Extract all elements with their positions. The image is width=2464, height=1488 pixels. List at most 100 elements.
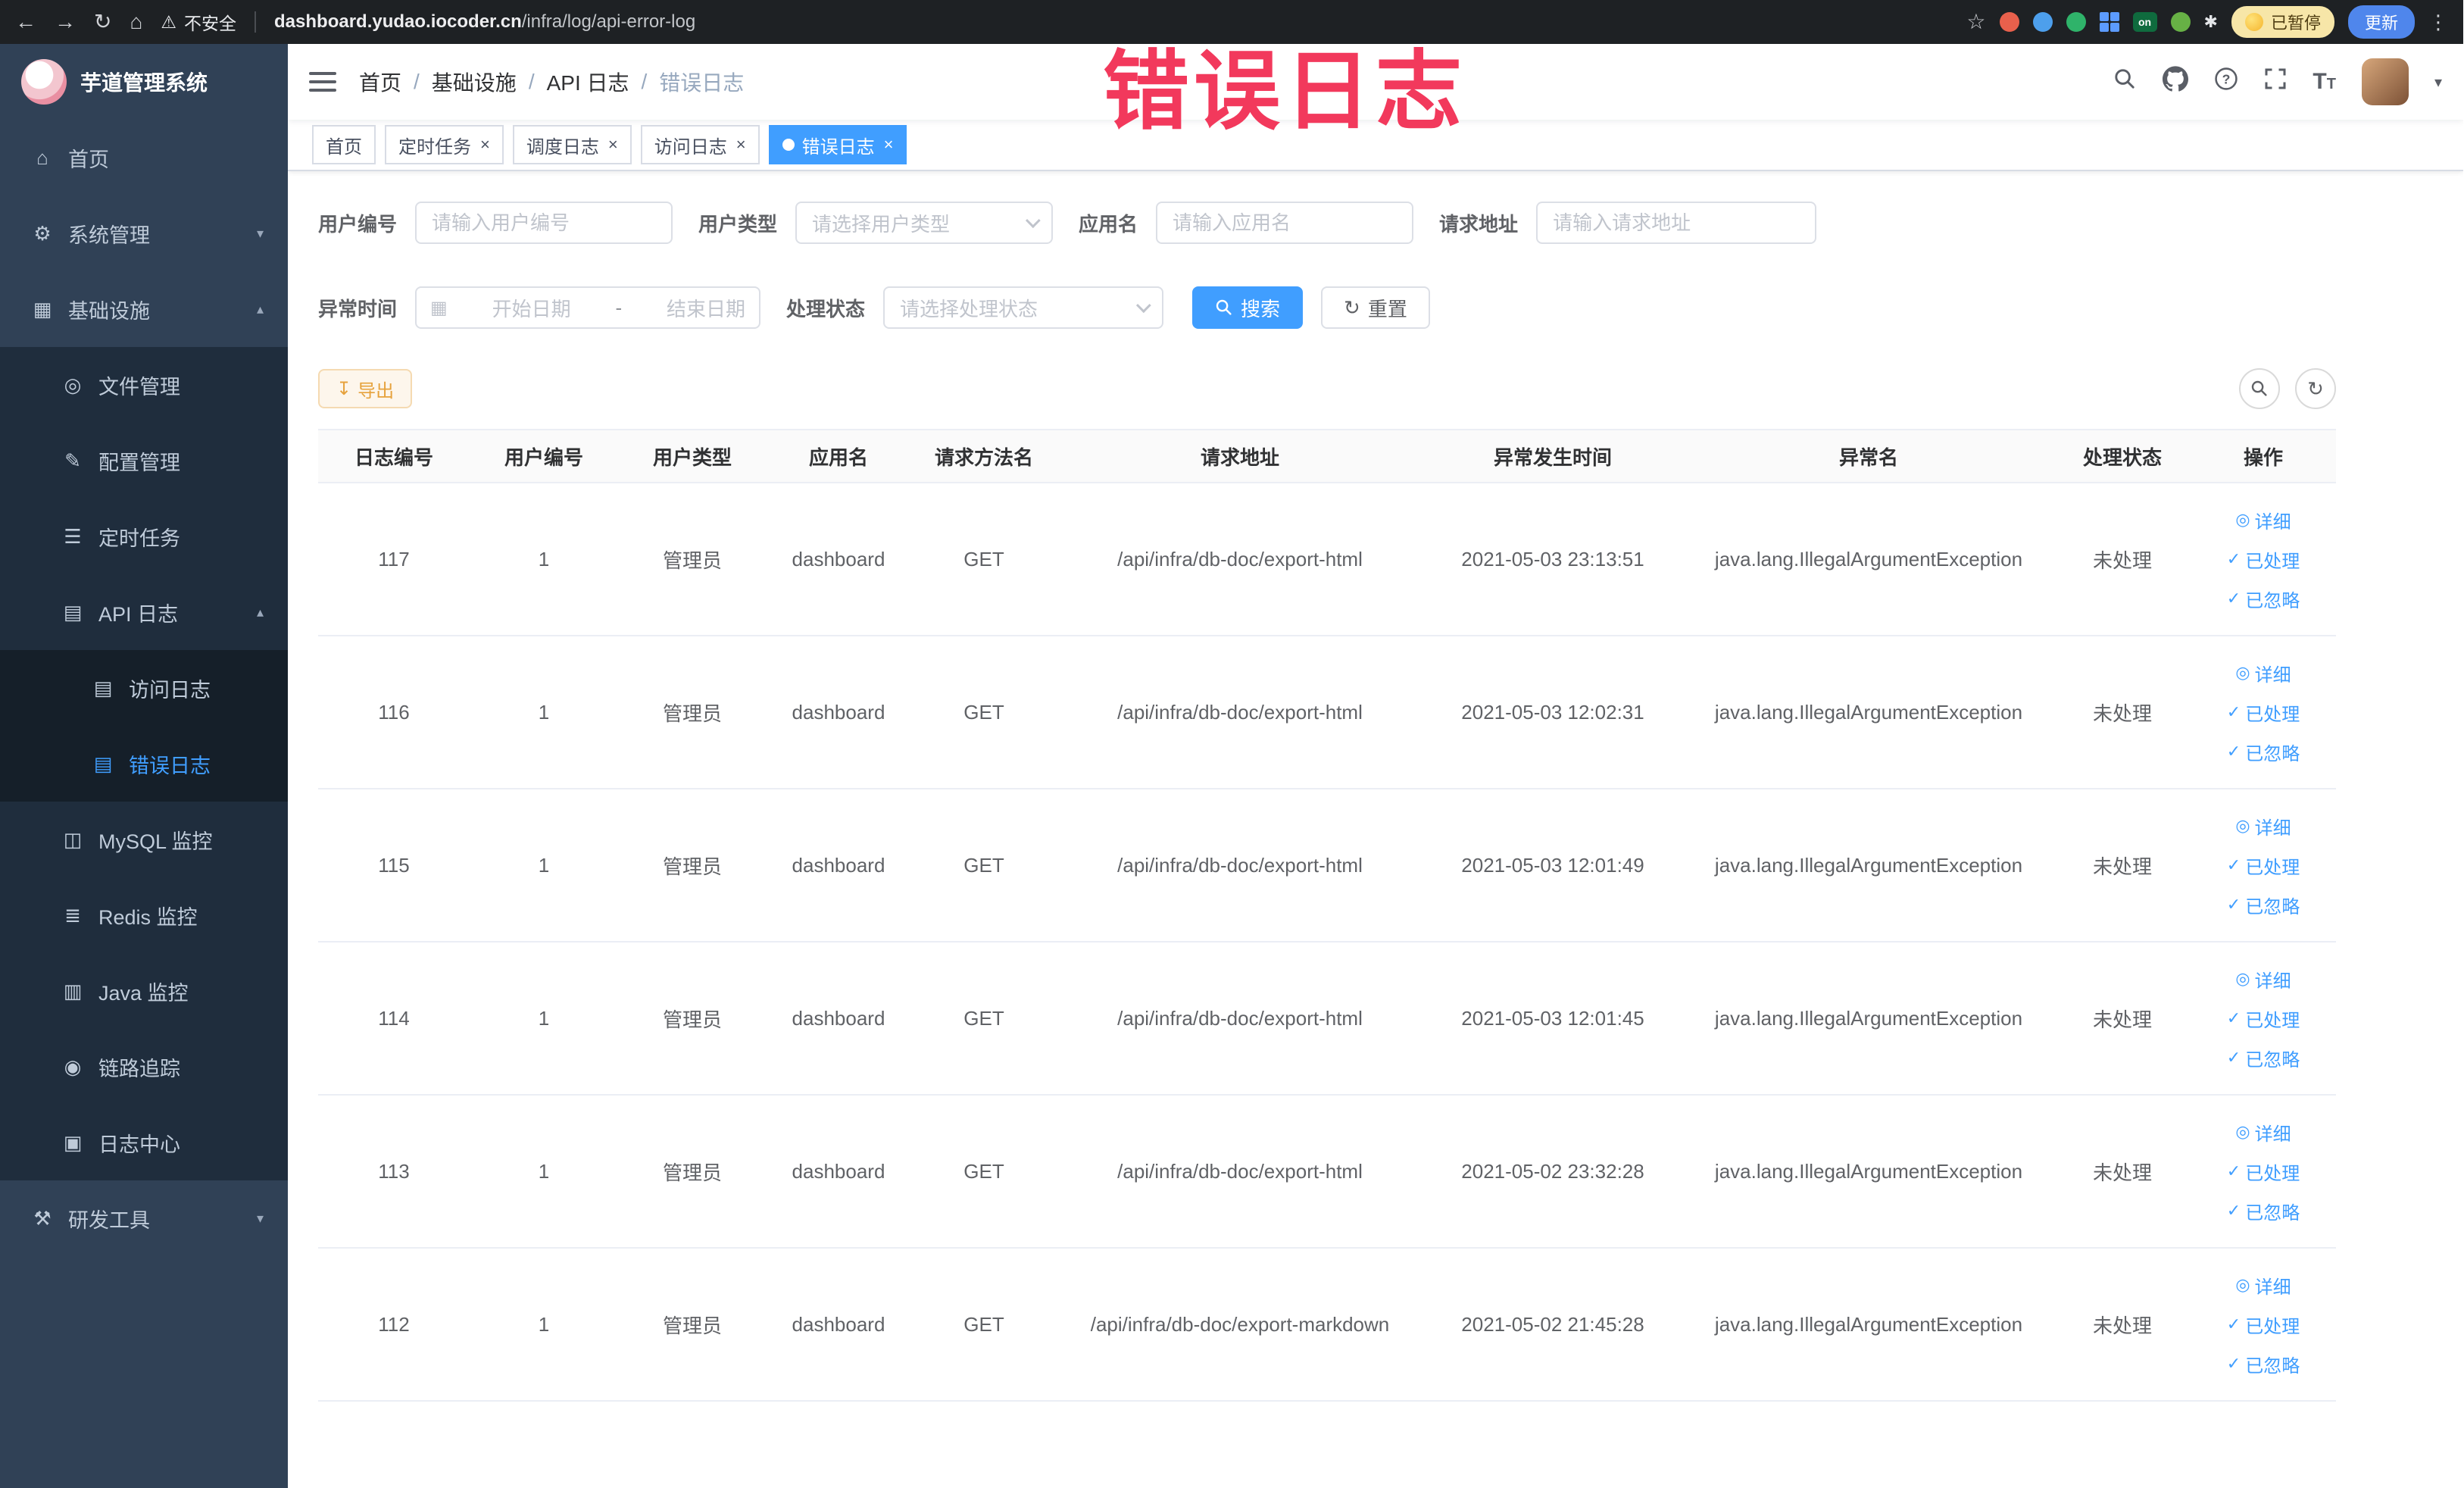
close-icon[interactable]: × (480, 135, 490, 155)
ignore-link[interactable]: ✓ 已忽略 (2197, 1038, 2330, 1077)
security-label: 不安全 (184, 14, 237, 33)
user-id-input-field[interactable] (432, 211, 657, 235)
sidebar-item-redis-monitor[interactable]: ≣ Redis 监控 (0, 877, 288, 953)
sidebar-item-file-management[interactable]: ◎ 文件管理 (0, 347, 288, 423)
table-row: 112 1 管理员 dashboard GET /api/infra/db-do… (318, 1248, 2336, 1402)
detail-link[interactable]: ◎ 详细 (2197, 500, 2330, 539)
export-button[interactable]: ↧ 导出 (318, 369, 413, 408)
hamburger-icon[interactable] (309, 72, 336, 92)
user-avatar[interactable] (2361, 58, 2409, 105)
sidebar-item-scheduled-tasks[interactable]: ☰ 定时任务 (0, 499, 288, 574)
resolve-link[interactable]: ✓ 已处理 (2197, 692, 2330, 732)
ignore-link[interactable]: ✓ 已忽略 (2197, 732, 2330, 771)
sidebar-item-system-management[interactable]: ⚙ 系统管理 ▾ (0, 195, 288, 271)
sidebar-item-label: 定时任务 (98, 527, 180, 550)
grid-icon: ▦ (33, 297, 52, 320)
sidebar-item-java-monitor[interactable]: ▥ Java 监控 (0, 953, 288, 1029)
tab-schedule-log[interactable]: 调度日志 × (512, 125, 632, 164)
browser-home-icon[interactable]: ⌂ (130, 11, 142, 33)
reload-icon[interactable]: ↻ (94, 11, 111, 33)
reset-button[interactable]: ↻ 重置 (1321, 286, 1430, 329)
forward-icon[interactable]: → (55, 11, 76, 33)
back-icon[interactable]: ← (15, 11, 36, 33)
extension-on-badge[interactable]: on (2132, 12, 2157, 32)
security-indicator[interactable]: ⚠ 不安全 (161, 9, 236, 35)
help-icon[interactable]: ? (2214, 67, 2238, 97)
sidebar-logo[interactable]: 芋道管理系统 (0, 44, 288, 120)
extension-paw-icon[interactable]: ✱ (2204, 12, 2218, 32)
app-name-input[interactable] (1156, 202, 1414, 244)
refresh-button[interactable]: ↻ (2295, 368, 2336, 409)
sidebar-item-mysql-monitor[interactable]: ◫ MySQL 监控 (0, 802, 288, 877)
sidebar-item-config-management[interactable]: ✎ 配置管理 (0, 423, 288, 499)
table-header-row: 日志编号 用户编号 用户类型 应用名 请求方法名 请求地址 异常发生时间 异常名… (318, 429, 2336, 483)
sidebar-item-error-log[interactable]: ▤ 错误日志 (0, 726, 288, 802)
sidebar-item-api-logs[interactable]: ▤ API 日志 ▴ (0, 574, 288, 650)
close-icon[interactable]: × (884, 135, 894, 155)
detail-link[interactable]: ◎ 详细 (2197, 1265, 2330, 1305)
profile-paused-button[interactable]: 已暂停 (2231, 6, 2334, 38)
sidebar-item-access-log[interactable]: ▤ 访问日志 (0, 650, 288, 726)
close-icon[interactable]: × (608, 135, 618, 155)
avatar-caret-icon[interactable]: ▾ (2434, 73, 2442, 92)
toggle-search-button[interactable] (2239, 368, 2280, 409)
tab-access-log[interactable]: 访问日志 × (640, 125, 760, 164)
sidebar-item-home[interactable]: ⌂ 首页 (0, 120, 288, 195)
sidebar-item-rd-tools[interactable]: ⚒ 研发工具 ▾ (0, 1180, 288, 1256)
sidebar-item-label: Java 监控 (98, 981, 189, 1005)
github-icon[interactable] (2163, 66, 2189, 98)
ignore-link[interactable]: ✓ 已忽略 (2197, 579, 2330, 618)
ignore-link[interactable]: ✓ 已忽略 (2197, 1344, 2330, 1383)
date-range-picker[interactable]: ▦ 开始日期 - 结束日期 (415, 286, 761, 329)
sidebar-item-label: 文件管理 (98, 375, 180, 399)
refresh-icon: ↻ (2307, 377, 2324, 400)
filter-request-url: 请求地址 (1439, 202, 1817, 244)
user-id-input[interactable] (415, 202, 673, 244)
navbar-actions: ? TT ▾ (2113, 58, 2442, 105)
detail-link[interactable]: ◎ 详细 (2197, 1112, 2330, 1152)
resolve-link[interactable]: ✓ 已处理 (2197, 1305, 2330, 1344)
extension-icon[interactable] (2032, 12, 2053, 32)
request-url-input[interactable] (1536, 202, 1817, 244)
resolve-link[interactable]: ✓ 已处理 (2197, 1152, 2330, 1191)
detail-link[interactable]: ◎ 详细 (2197, 959, 2330, 999)
request-url-input-field[interactable] (1553, 211, 1800, 235)
extension-icon[interactable] (2170, 12, 2191, 32)
search-button[interactable]: 搜索 (1192, 286, 1304, 329)
tab-scheduled-tasks[interactable]: 定时任务 × (385, 125, 504, 164)
ignore-link[interactable]: ✓ 已忽略 (2197, 885, 2330, 924)
sidebar-item-link-tracing[interactable]: ◉ 链路追踪 (0, 1029, 288, 1105)
bookmark-star-icon[interactable]: ☆ (1966, 11, 1985, 33)
app-name-input-field[interactable] (1173, 211, 1398, 235)
detail-link[interactable]: ◎ 详细 (2197, 653, 2330, 692)
breadcrumb-home[interactable]: 首页 (359, 67, 401, 97)
tab-home[interactable]: 首页 (312, 125, 376, 164)
ignore-link[interactable]: ✓ 已忽略 (2197, 1191, 2330, 1230)
chrome-update-button[interactable]: 更新 (2347, 5, 2415, 39)
detail-link[interactable]: ◎ 详细 (2197, 806, 2330, 846)
process-status-select[interactable]: 请选择处理状态 (883, 286, 1164, 329)
filter-row-2: 异常时间 ▦ 开始日期 - 结束日期 处理状态 请选择处理状态 搜索 ↻ 重置 (318, 286, 2336, 329)
error-log-table: 日志编号 用户编号 用户类型 应用名 请求方法名 请求地址 异常发生时间 异常名… (318, 429, 2336, 1402)
resolve-link[interactable]: ✓ 已处理 (2197, 539, 2330, 579)
sidebar-item-label: 错误日志 (129, 754, 211, 777)
sidebar-item-infrastructure[interactable]: ▦ 基础设施 ▴ (0, 271, 288, 347)
column-header: 用户编号 (470, 429, 618, 483)
breadcrumb-api-logs[interactable]: API 日志 (547, 67, 629, 97)
fullscreen-icon[interactable] (2264, 67, 2287, 96)
chrome-menu-icon[interactable]: ⋮ (2428, 11, 2448, 34)
resolve-link[interactable]: ✓ 已处理 (2197, 846, 2330, 885)
font-size-icon[interactable]: TT (2313, 69, 2336, 95)
extension-grid-icon[interactable] (2099, 12, 2119, 32)
user-type-select[interactable]: 请选择用户类型 (795, 202, 1054, 244)
chevron-down-icon (1025, 213, 1041, 229)
search-icon[interactable] (2113, 67, 2137, 97)
resolve-link[interactable]: ✓ 已处理 (2197, 999, 2330, 1038)
extension-icon[interactable] (1999, 12, 2019, 32)
tab-error-log[interactable]: 错误日志 × (768, 125, 907, 164)
close-icon[interactable]: × (736, 135, 746, 155)
extension-icon[interactable] (2066, 12, 2086, 32)
sidebar-item-log-center[interactable]: ▣ 日志中心 (0, 1105, 288, 1180)
address-bar[interactable]: dashboard.yudao.iocoder.cn/infra/log/api… (274, 11, 695, 33)
breadcrumb-infrastructure[interactable]: 基础设施 (432, 67, 517, 97)
